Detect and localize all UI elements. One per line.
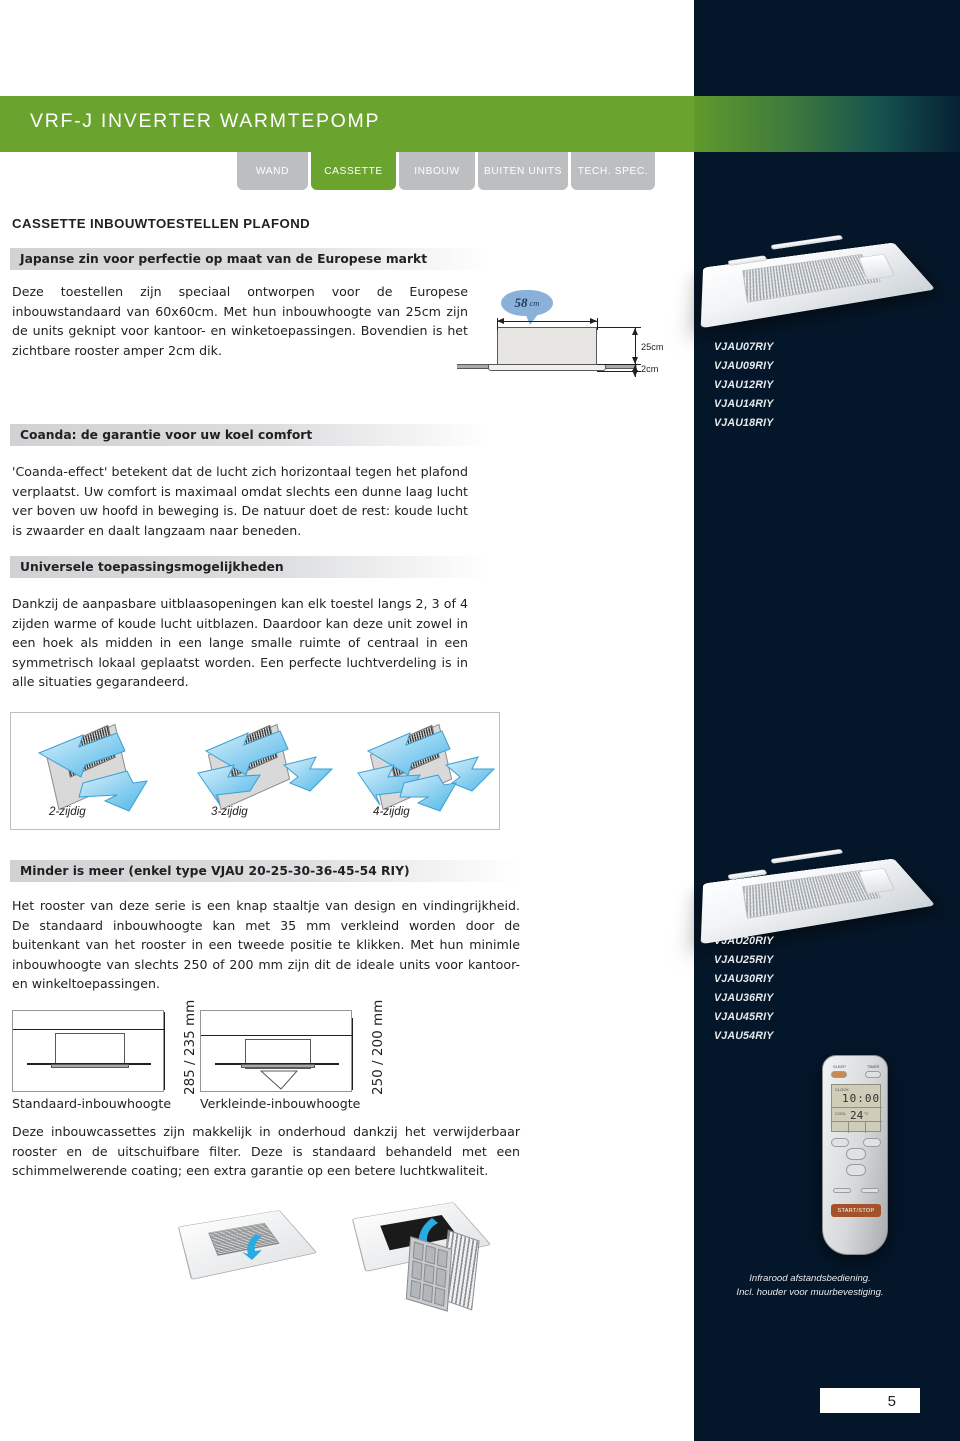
model-list-top: VJAU07RIY VJAU09RIY VJAU12RIY VJAU14RIY … — [714, 341, 774, 429]
height-dimension-line — [632, 328, 638, 364]
ceiling-line — [13, 1029, 165, 1030]
down-arrow-icon — [259, 1070, 299, 1090]
width-dimension-line — [497, 318, 597, 324]
remote-lcd-screen: CLOCK 10:00 COOL 24 °C — [831, 1084, 882, 1133]
blue-arrow-icon — [242, 1234, 262, 1260]
page-number-box: 5 — [820, 1388, 920, 1414]
heading-label: Japanse zin voor perfectie op maat van d… — [20, 252, 428, 266]
heading-label: Universele toepassingsmogelijkheden — [20, 560, 284, 574]
remote-sleep-button[interactable] — [831, 1071, 847, 1078]
section-title: CASSETTE INBOUWTOESTELLEN PLAFOND — [12, 216, 311, 231]
lcd-divider-2 — [832, 1121, 882, 1122]
grille — [241, 1064, 315, 1068]
tick-left — [497, 318, 498, 330]
ceiling-line — [201, 1035, 353, 1036]
remote-mode-label: COOL — [835, 1111, 847, 1116]
remote-temp-down-button[interactable] — [846, 1164, 866, 1176]
paragraph-universele: Dankzij de aanpasbare uitblaasopeningen … — [12, 596, 468, 689]
grille — [51, 1064, 129, 1068]
airflow-label-4: 4-zijdig — [373, 805, 410, 818]
remote-set-button[interactable] — [833, 1188, 851, 1193]
remote-sleep-label: SLEEP — [833, 1064, 846, 1069]
standard-dimension-line — [164, 1012, 165, 1090]
remote-timer-button[interactable] — [865, 1071, 881, 1078]
tick-right — [597, 318, 598, 330]
cassette-body-section — [497, 327, 597, 365]
grille-dimension-label: 2cm — [641, 364, 659, 374]
maintenance-illustration-filter — [351, 1182, 572, 1318]
remote-start-stop-button[interactable]: START/STOP — [831, 1204, 881, 1217]
airflow-arrows-4-sided — [357, 730, 496, 812]
visible-grille — [488, 364, 606, 371]
page-number: 5 — [887, 1392, 896, 1410]
remote-timer-label: TIMER — [867, 1064, 880, 1069]
cassette-photo-louver-top — [770, 234, 844, 250]
title-bar-gradient-extension — [694, 96, 960, 152]
bubble-unit: cm — [529, 298, 540, 308]
remote-caption: Infrarood afstandsbediening. Incl. houde… — [736, 1273, 884, 1298]
cassette-photo-top — [700, 232, 936, 329]
bubble-value: 58 — [514, 295, 528, 310]
height-figure-reduced — [200, 1010, 353, 1092]
dark-panel-bottom-fill — [694, 1413, 960, 1441]
model-list-bottom: VJAU20RIY VJAU25RIY VJAU30RIY VJAU36RIY … — [714, 935, 774, 1042]
cassette-photo-louver-top — [770, 848, 844, 864]
main-content: CASSETTE INBOUWTOESTELLEN PLAFOND Japans… — [0, 0, 694, 1441]
heading-universele: Universele toepassingsmogelijkheden — [10, 556, 490, 578]
heading-label: Coanda: de garantie voor uw koel comfort — [20, 428, 313, 442]
remote-clock-value: 10:00 — [842, 1092, 881, 1105]
airflow-label-2: 2-zijdig — [49, 805, 86, 818]
heading-japanse-zin: Japanse zin voor perfectie op maat van d… — [10, 248, 490, 270]
heading-coanda: Coanda: de garantie voor uw koel comfort — [10, 424, 490, 446]
grille-dimension-line — [632, 365, 638, 377]
height-dimension-label: 25cm — [641, 342, 664, 352]
reduced-caption: Verkleinde-inbouwhoogte — [200, 1096, 361, 1111]
airflow-arrows-3-sided — [197, 730, 334, 806]
standard-dimension-label: 285 / 235 mm — [182, 999, 198, 1095]
lcd-divider — [832, 1107, 882, 1108]
remote-temp-up-button[interactable] — [846, 1148, 866, 1160]
standard-caption: Standaard-inbouwhoogte — [12, 1096, 172, 1111]
heading-minder-is-meer: Minder is meer (enkel type VJAU 20-25-30… — [10, 860, 520, 882]
cassette-photo-bottom — [700, 848, 936, 945]
remote-temp-unit: °C — [864, 1111, 869, 1116]
remote-mode-button[interactable] — [863, 1138, 881, 1147]
page-root: VRF-J INVERTER WARMTEPOMP WAND CASSETTE … — [0, 0, 960, 1441]
reduced-dimension-label: 250 / 200 mm — [370, 999, 386, 1095]
paragraph-maintenance: Deze inbouwcassettes zijn makkelijk in o… — [12, 1124, 520, 1178]
reduced-dimension-line — [352, 1018, 353, 1090]
lcd-cell-divider-2 — [865, 1121, 866, 1133]
heading-label: Minder is meer (enkel type VJAU 20-25-30… — [20, 864, 410, 878]
remote-fan-button[interactable] — [831, 1138, 849, 1147]
remote-swing-button[interactable] — [861, 1188, 879, 1193]
airflow-arrows-2-sided — [37, 732, 148, 812]
airflow-label-3: 3-zijdig — [211, 805, 248, 818]
dimension-figure: 58 cm 25cm 2cm — [455, 290, 680, 395]
height-figure-standard — [12, 1010, 165, 1092]
remote-control[interactable]: SLEEP TIMER CLOCK 10:00 COOL 24 °C START… — [822, 1055, 888, 1255]
paragraph-japanse-zin: Deze toestellen zijn speciaal ontworpen … — [12, 284, 468, 358]
removable-filter — [405, 1236, 453, 1312]
bubble-tail — [525, 313, 539, 325]
paragraph-minder-is-meer: Het rooster van deze serie is een knap s… — [12, 898, 520, 991]
paragraph-coanda: 'Coanda-effect' betekent dat de lucht zi… — [12, 464, 468, 538]
lcd-cell-divider-1 — [848, 1121, 849, 1133]
unit-body — [55, 1033, 125, 1065]
airflow-figure: 2-zijdig 3-zijdig 4-zijdig — [10, 712, 500, 830]
maintenance-illustration-grille — [177, 1188, 338, 1298]
